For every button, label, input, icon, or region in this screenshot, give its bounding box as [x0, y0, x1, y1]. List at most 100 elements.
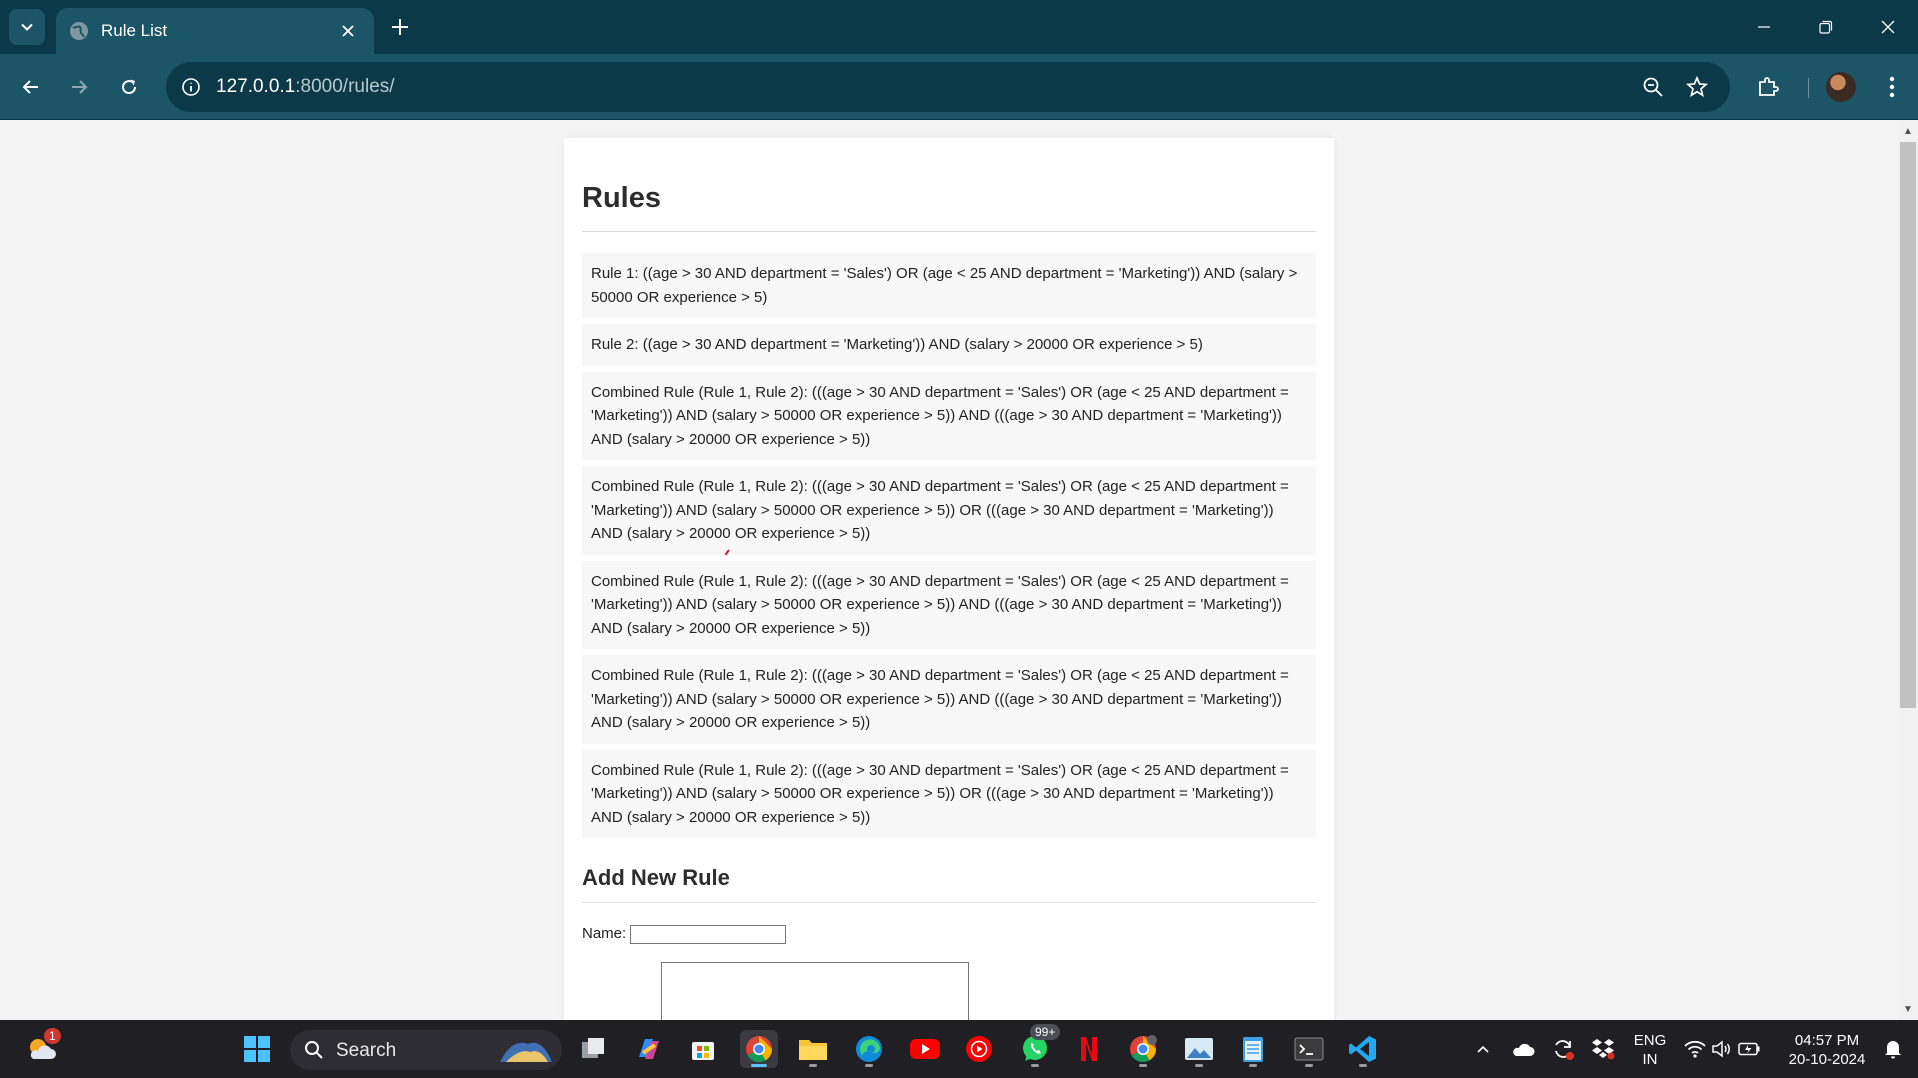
wifi-icon: [1684, 1040, 1706, 1058]
vscode-button[interactable]: [1344, 1030, 1382, 1068]
minimize-button[interactable]: [1744, 12, 1784, 42]
running-indicator: [809, 1064, 817, 1067]
show-hidden-icons-button[interactable]: [1464, 1030, 1502, 1068]
reload-icon: [122, 79, 137, 95]
notepad-icon: [1243, 1037, 1263, 1062]
volume-icon: [1712, 1040, 1730, 1058]
rule-item: Combined Rule (Rule 1, Rule 2): (((age >…: [582, 466, 1316, 555]
scroll-down-arrow[interactable]: ▼: [1902, 1004, 1914, 1015]
youtube-icon: [910, 1039, 940, 1059]
onedrive-button[interactable]: [1504, 1030, 1542, 1068]
rule-item: Combined Rule (Rule 1, Rule 2): (((age >…: [582, 560, 1316, 649]
site-info-button[interactable]: [178, 74, 204, 100]
clock-time: 04:57 PM: [1794, 1032, 1860, 1049]
address-bar[interactable]: 127.0.0.1:8000/rules/: [166, 62, 1730, 112]
zoom-out-icon: [1643, 77, 1663, 97]
running-indicator: [865, 1064, 873, 1067]
battery-icon: [1738, 1042, 1760, 1056]
microsoft-store-button[interactable]: [684, 1030, 722, 1068]
tab-search-button[interactable]: [9, 9, 45, 45]
task-view-button[interactable]: [574, 1030, 612, 1068]
browser-menu-button[interactable]: [1876, 71, 1908, 103]
sync-status-button[interactable]: [1544, 1030, 1582, 1068]
weather-widget[interactable]: 1: [22, 1028, 61, 1068]
image-icon: [1185, 1038, 1213, 1060]
copilot-button[interactable]: [630, 1030, 668, 1068]
new-tab-button[interactable]: [386, 13, 414, 41]
clock-date: 20-10-2024: [1788, 1051, 1866, 1068]
clock[interactable]: 04:57 PM 20-10-2024: [1782, 1031, 1872, 1069]
input-language-indicator[interactable]: ENG IN: [1628, 1031, 1672, 1069]
extensions-button[interactable]: [1752, 71, 1784, 103]
chevron-up-icon: [1477, 1045, 1489, 1053]
bookmark-button[interactable]: [1684, 74, 1710, 100]
forward-button[interactable]: [63, 71, 95, 103]
search-icon: [305, 1041, 323, 1059]
tab-bar: Rule List: [0, 0, 1918, 54]
chrome-icon: [746, 1036, 773, 1063]
close-icon: [1881, 20, 1895, 34]
rule-expression-textarea[interactable]: [661, 962, 969, 1020]
notification-badge: 99+: [1030, 1024, 1061, 1040]
title-divider: [582, 231, 1316, 232]
tab-title: Rule List: [101, 21, 168, 40]
youtube-music-button[interactable]: [960, 1030, 998, 1068]
notifications-button[interactable]: [1874, 1030, 1912, 1068]
page-scrollbar[interactable]: ▲ ▼: [1898, 120, 1918, 1020]
reload-button[interactable]: [113, 71, 145, 103]
start-button[interactable]: [238, 1030, 276, 1068]
active-indicator: [751, 1064, 767, 1067]
close-tab-button[interactable]: [334, 17, 362, 45]
edge-button[interactable]: [850, 1030, 888, 1068]
puzzle-icon: [1759, 77, 1779, 96]
tab-rule-list[interactable]: Rule List: [56, 8, 374, 54]
whatsapp-button[interactable]: 99+: [1016, 1024, 1061, 1068]
chrome-profile-button[interactable]: [1124, 1030, 1162, 1068]
sync-icon: [1555, 1040, 1574, 1060]
close-icon: [342, 25, 354, 37]
content-card: Rules Rule 1: ((age > 30 AND department …: [564, 138, 1334, 1020]
chrome-taskbar-button[interactable]: [740, 1030, 778, 1068]
restore-button[interactable]: [1806, 12, 1846, 42]
scroll-thumb[interactable]: [1900, 142, 1916, 708]
task-view-icon: [582, 1038, 604, 1058]
bell-icon: [1885, 1041, 1901, 1059]
info-icon: [182, 78, 200, 96]
quick-settings-button[interactable]: [1680, 1030, 1764, 1068]
edge-icon: [856, 1036, 882, 1062]
copilot-icon: [639, 1039, 659, 1059]
close-window-button[interactable]: [1868, 12, 1908, 42]
file-explorer-button[interactable]: [794, 1030, 832, 1068]
netflix-button[interactable]: [1070, 1030, 1108, 1068]
language-code: ENG: [1633, 1032, 1667, 1049]
toolbar-divider: [1808, 78, 1809, 98]
rules-list: Rule 1: ((age > 30 AND department = 'Sal…: [582, 253, 1316, 844]
running-indicator: [1305, 1064, 1313, 1067]
taskbar-search[interactable]: Search: [290, 1030, 562, 1070]
rule-item: Rule 2: ((age > 30 AND department = 'Mar…: [582, 324, 1316, 366]
scroll-up-arrow[interactable]: ▲: [1902, 126, 1914, 137]
globe-icon: [70, 22, 88, 40]
back-button[interactable]: [15, 71, 47, 103]
rule-name-input[interactable]: [630, 925, 786, 944]
weather-badge: 1: [44, 1028, 61, 1044]
chrome-icon: [1130, 1035, 1157, 1063]
zoom-button[interactable]: [1640, 74, 1666, 100]
browser-toolbar: 127.0.0.1:8000/rules/: [0, 54, 1918, 120]
dropbox-icon: [1592, 1039, 1615, 1060]
photos-button[interactable]: [1180, 1030, 1218, 1068]
search-label: Search: [336, 1040, 397, 1061]
running-indicator: [1359, 1064, 1367, 1067]
add-rule-heading: Add New Rule: [582, 865, 730, 890]
notepad-button[interactable]: [1234, 1030, 1272, 1068]
store-icon: [692, 1042, 714, 1060]
terminal-button[interactable]: [1290, 1030, 1328, 1068]
youtube-button[interactable]: [906, 1030, 944, 1068]
plus-icon: [392, 19, 408, 35]
terminal-icon: [1294, 1037, 1324, 1061]
url-text[interactable]: 127.0.0.1:8000/rules/: [216, 76, 395, 98]
youtube-music-icon: [966, 1036, 992, 1062]
dropbox-button[interactable]: [1584, 1030, 1622, 1068]
profile-avatar[interactable]: [1826, 72, 1856, 102]
arrow-left-icon: [22, 80, 38, 94]
